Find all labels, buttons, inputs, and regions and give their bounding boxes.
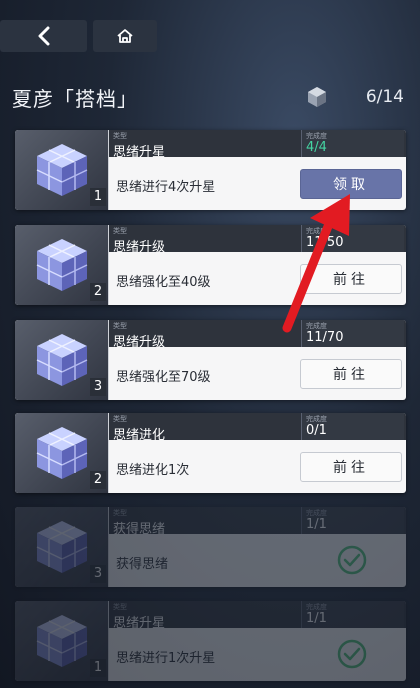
task-thumbnail: 1	[15, 130, 109, 210]
progress-value: 1/1	[306, 611, 327, 626]
task-name: 思绪升星	[113, 145, 166, 160]
level-badge: 2	[90, 471, 106, 489]
task-header: 类型 思绪升级 完成度 11/70	[109, 320, 406, 350]
task-header: 类型 思绪升星 完成度 4/4	[109, 130, 406, 160]
progress-box: 完成度 4/4	[301, 130, 404, 157]
task-name: 思绪升星	[113, 616, 166, 631]
back-button[interactable]	[0, 20, 87, 52]
task-header: 类型 思绪升级 完成度 11/50	[109, 225, 406, 255]
task-card: 1 类型 思绪升星 完成度 1/1 思绪进行1次升星	[15, 601, 406, 681]
thought-cube-icon	[36, 239, 88, 291]
task-description: 思绪强化至70级	[116, 370, 211, 385]
progress-box: 完成度 1/1	[301, 601, 404, 628]
task-header: 类型 获得思绪 完成度 1/1	[109, 507, 406, 537]
gem-icon	[308, 87, 326, 107]
thought-cube-icon	[36, 144, 88, 196]
progress-value: 11/70	[306, 330, 344, 345]
task-description: 思绪进行1次升星	[116, 651, 216, 666]
task-thumbnail: 2	[15, 225, 109, 305]
go-to-button[interactable]: 前往	[300, 359, 402, 389]
type-label: 类型	[113, 322, 127, 330]
home-icon	[117, 29, 133, 43]
type-label: 类型	[113, 227, 127, 235]
level-badge: 3	[90, 378, 106, 396]
level-badge: 2	[90, 283, 106, 301]
progress-value: 1/1	[306, 517, 327, 532]
task-description: 思绪进行4次升星	[116, 180, 216, 195]
completed-check-icon	[336, 638, 368, 670]
task-count: 6/14	[365, 87, 404, 107]
page-title: 夏彦「搭档」	[12, 86, 138, 111]
go-to-button[interactable]: 前往	[300, 452, 402, 482]
task-card: 3 类型 获得思绪 完成度 1/1 获得思绪	[15, 507, 406, 587]
task-thumbnail: 1	[15, 601, 109, 681]
type-label: 类型	[113, 603, 127, 611]
thought-cube-icon	[36, 615, 88, 667]
level-badge: 1	[90, 659, 106, 677]
task-description: 获得思绪	[116, 557, 169, 572]
task-name: 思绪进化	[113, 428, 166, 443]
task-name: 思绪升级	[113, 240, 166, 255]
task-description: 思绪强化至40级	[116, 275, 211, 290]
task-thumbnail: 2	[15, 413, 109, 493]
progress-value: 0/1	[306, 423, 327, 438]
task-header: 类型 思绪升星 完成度 1/1	[109, 601, 406, 631]
task-description: 思绪进化1次	[116, 463, 190, 478]
progress-box: 完成度 11/50	[301, 225, 404, 252]
type-label: 类型	[113, 509, 127, 517]
task-thumbnail: 3	[15, 320, 109, 400]
type-label: 类型	[113, 132, 127, 140]
progress-box: 完成度 1/1	[301, 507, 404, 534]
thought-cube-icon	[36, 334, 88, 386]
chevron-left-icon	[38, 26, 49, 46]
progress-value: 4/4	[306, 140, 327, 155]
task-name: 思绪升级	[113, 335, 166, 350]
page-header: 夏彦「搭档」 6/14	[12, 82, 404, 112]
progress-box: 完成度 11/70	[301, 320, 404, 347]
home-button[interactable]	[93, 20, 157, 52]
progress-box: 完成度 0/1	[301, 413, 404, 440]
task-card: 3 类型 思绪升级 完成度 11/70 思绪强化至70级 前往	[15, 320, 406, 400]
completed-check-icon	[336, 544, 368, 576]
level-badge: 3	[90, 565, 106, 583]
progress-value: 11/50	[306, 235, 344, 250]
level-badge: 1	[90, 188, 106, 206]
type-label: 类型	[113, 415, 127, 423]
task-card: 2 类型 思绪进化 完成度 0/1 思绪进化1次 前往	[15, 413, 406, 493]
go-to-button[interactable]: 前往	[300, 264, 402, 294]
claim-button[interactable]: 领取	[300, 169, 402, 199]
task-thumbnail: 3	[15, 507, 109, 587]
thought-cube-icon	[36, 521, 88, 573]
task-name: 获得思绪	[113, 522, 166, 537]
task-card: 2 类型 思绪升级 完成度 11/50 思绪强化至40级 前往	[15, 225, 406, 305]
task-header: 类型 思绪进化 完成度 0/1	[109, 413, 406, 443]
thought-cube-icon	[36, 427, 88, 479]
task-card: 1 类型 思绪升星 完成度 4/4 思绪进行4次升星 领取	[15, 130, 406, 210]
